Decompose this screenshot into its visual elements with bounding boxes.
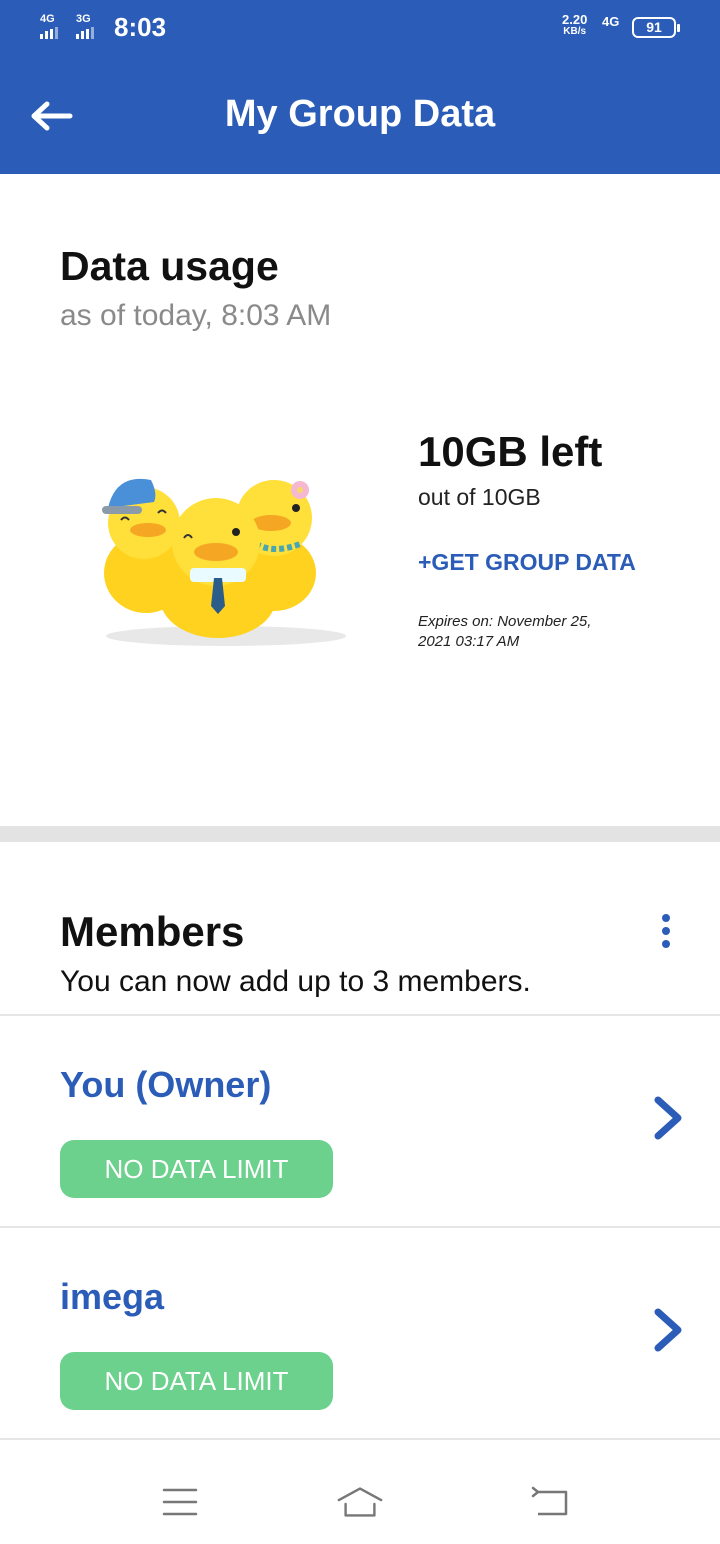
nav-back-button[interactable] — [526, 1480, 574, 1524]
signal-bars-icon — [40, 27, 60, 39]
page-title: My Group Data — [224, 93, 496, 135]
back-icon — [531, 1486, 568, 1516]
data-total: out of 10GB — [418, 484, 541, 510]
member-name: You (Owner) — [60, 1064, 272, 1105]
menu-icon — [162, 1488, 198, 1516]
battery-icon: 91 — [632, 17, 680, 38]
more-vertical-icon[interactable] — [650, 908, 682, 954]
usage-subtitle: as of today, 8:03 AM — [60, 299, 332, 332]
data-left: 10GB left — [418, 428, 603, 475]
divider — [0, 1438, 720, 1440]
members-subtitle: You can now add up to 3 members. — [60, 965, 531, 998]
member-row-owner[interactable]: You (Owner) NO DATA LIMIT — [0, 1016, 720, 1226]
sim1-label: 4G — [40, 13, 55, 25]
net-speed-unit: KB/s — [563, 26, 587, 37]
sim2-signal: 3G — [76, 14, 96, 39]
sim1-signal: 4G — [40, 14, 60, 39]
net-speed: 2.20 KB/s — [562, 12, 588, 38]
member-row-imega[interactable]: imega NO DATA LIMIT — [0, 1228, 720, 1438]
members-title: Members — [60, 908, 245, 955]
chevron-right-icon[interactable] — [648, 1306, 688, 1354]
nav-menu-button[interactable] — [156, 1480, 204, 1524]
chevron-right-icon[interactable] — [648, 1094, 688, 1142]
status-time: 8:03 — [114, 12, 167, 42]
section-divider — [0, 826, 720, 842]
sim2-label: 3G — [76, 13, 91, 25]
network-type: 4G — [602, 14, 620, 29]
home-icon — [337, 1487, 383, 1517]
system-nav-bar — [0, 1460, 720, 1544]
get-group-data-link[interactable]: +GET GROUP DATA — [418, 549, 636, 576]
net-speed-value: 2.20 — [562, 12, 588, 27]
signal-bars-icon — [76, 27, 96, 39]
expiry-text: Expires on: November 25, 2021 03:17 AM — [418, 613, 592, 650]
app-header: 4G 3G 8:03 2.20 KB/s 4G 91 My Group Data — [0, 0, 720, 174]
usage-title: Data usage — [60, 243, 279, 289]
data-limit-badge: NO DATA LIMIT — [60, 1140, 333, 1198]
nav-home-button[interactable] — [336, 1480, 384, 1524]
status-bar: 4G 3G 8:03 2.20 KB/s 4G 91 — [0, 0, 720, 58]
data-limit-badge: NO DATA LIMIT — [60, 1352, 333, 1410]
member-name: imega — [60, 1276, 165, 1317]
ducks-illustration — [102, 478, 346, 646]
